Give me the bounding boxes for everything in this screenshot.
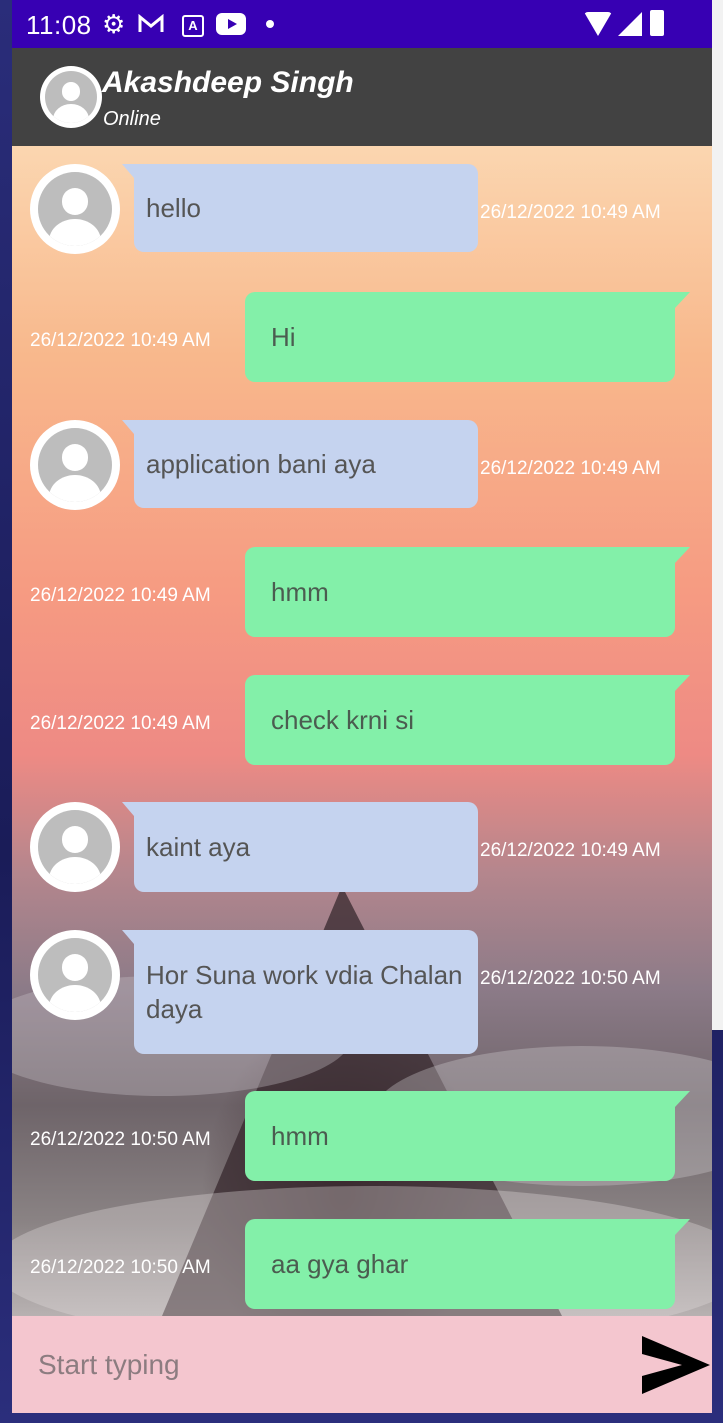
message-bubble[interactable]: hello [122,164,478,252]
status-time: 11:08 [26,10,92,40]
message-time: 26/12/2022 10:49 AM [30,713,211,734]
message-input-bar [12,1316,712,1413]
message-bubble[interactable]: application bani aya [122,420,478,508]
person-icon-body [49,474,101,502]
chat-toolbar: Akashdeep Singh Online [12,48,712,146]
message-bubble[interactable]: hmm [245,1091,690,1181]
person-icon-body [52,103,90,123]
person-icon [61,826,89,853]
message-sent: 26/12/2022 10:50 AM hmm [12,1091,712,1181]
gmail-icon [138,14,164,32]
person-icon [61,444,89,471]
message-bubble[interactable]: Hi [245,292,690,382]
status-bar: 11:08 ⚙ A [12,0,712,48]
contact-avatar[interactable] [40,66,102,128]
message-received: application bani aya 26/12/2022 10:49 AM [12,420,712,510]
sender-avatar[interactable] [30,930,120,1020]
message-received: hello 26/12/2022 10:49 AM [12,164,712,254]
message-sent: 26/12/2022 10:49 AM hmm [12,547,712,637]
sender-avatar[interactable] [30,164,120,254]
message-list[interactable]: hello 26/12/2022 10:49 AM 26/12/2022 10:… [12,146,712,1316]
message-bubble[interactable]: hmm [245,547,690,637]
message-received: kaint aya 26/12/2022 10:49 AM [12,802,712,892]
message-time: 26/12/2022 10:49 AM [30,330,211,351]
a-notification-icon: A [182,15,204,37]
phone-screen: 11:08 ⚙ A Akashdeep Singh Online hello 2… [12,0,712,1413]
wifi-icon [584,12,612,36]
message-time: 26/12/2022 10:49 AM [480,202,661,223]
message-time: 26/12/2022 10:49 AM [30,585,211,606]
sender-avatar[interactable] [30,420,120,510]
battery-icon [650,10,664,36]
signal-icon [618,12,642,36]
person-icon [61,954,89,981]
message-input[interactable] [12,1316,632,1413]
message-bubble[interactable]: kaint aya [122,802,478,892]
message-bubble[interactable]: aa gya ghar [245,1219,690,1309]
message-bubble[interactable]: check krni si [245,675,690,765]
message-sent: 26/12/2022 10:50 AM aa gya ghar [12,1219,712,1309]
youtube-icon [216,13,246,35]
gear-icon: ⚙ [102,9,126,39]
message-received: Hor Suna work vdia Chalan daya 26/12/202… [12,930,712,1054]
person-icon-body [49,856,101,884]
message-time: 26/12/2022 10:49 AM [480,458,661,479]
message-bubble[interactable]: Hor Suna work vdia Chalan daya [122,930,478,1054]
more-notifications-dot-icon [266,20,274,28]
message-sent: 26/12/2022 10:49 AM check krni si [12,675,712,765]
person-icon [61,82,81,102]
person-icon-body [49,218,101,246]
message-time: 26/12/2022 10:49 AM [480,840,661,861]
person-icon-body [49,984,101,1012]
sender-avatar[interactable] [30,802,120,892]
window-edge [712,0,723,1030]
message-time: 26/12/2022 10:50 AM [480,968,661,989]
message-time: 26/12/2022 10:50 AM [30,1257,211,1278]
contact-status: Online [103,108,161,130]
message-time: 26/12/2022 10:50 AM [30,1129,211,1150]
message-sent: 26/12/2022 10:49 AM Hi [12,292,712,382]
send-arrow-icon[interactable] [638,1332,712,1398]
contact-name[interactable]: Akashdeep Singh [102,66,354,100]
person-icon [61,188,89,215]
